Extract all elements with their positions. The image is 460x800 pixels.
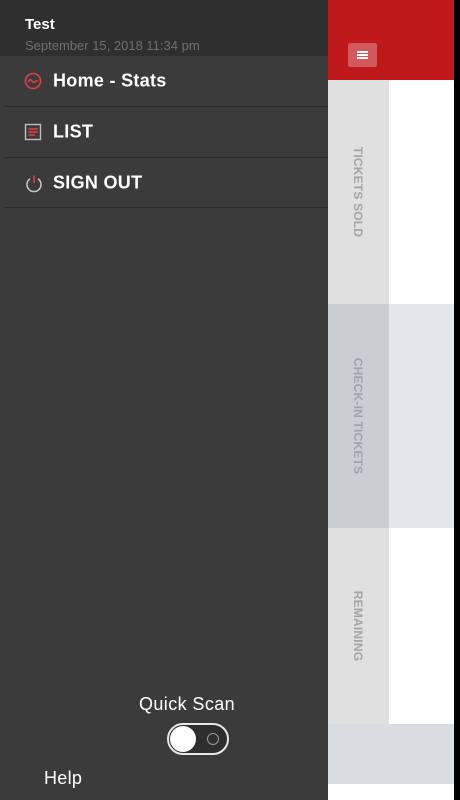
quick-scan-label: Quick Scan xyxy=(139,694,236,714)
power-icon xyxy=(24,174,42,192)
toggle-off-icon xyxy=(207,733,219,745)
toggle-knob xyxy=(170,726,196,752)
hamburger-icon xyxy=(357,57,368,59)
remaining-value xyxy=(389,528,460,724)
menu-item-home-stats[interactable]: Home - Stats xyxy=(5,56,328,107)
menu-item-label: SIGN OUT xyxy=(53,172,143,192)
menu-item-sign-out[interactable]: SIGN OUT xyxy=(5,158,328,208)
session-datetime: September 15, 2018 11:34 pm xyxy=(25,38,200,53)
hamburger-menu-button[interactable] xyxy=(348,43,377,67)
footer-panel xyxy=(328,724,454,784)
hamburger-icon xyxy=(357,51,368,53)
tickets-sold-panel: TICKETS SOLD xyxy=(328,80,460,304)
stats-circle-icon xyxy=(24,72,42,90)
checkin-tickets-panel: CHECK-IN TICKETS xyxy=(328,304,460,528)
hamburger-icon xyxy=(357,54,368,56)
remaining-label: REMAINING xyxy=(351,590,365,662)
drawer-header: Test September 15, 2018 11:34 pm xyxy=(0,0,328,56)
menu-item-list[interactable]: LIST xyxy=(5,107,328,158)
list-icon xyxy=(24,123,42,141)
tickets-sold-value xyxy=(389,80,460,304)
quick-scan-toggle[interactable] xyxy=(167,723,229,755)
menu-item-label: Home - Stats xyxy=(53,70,167,91)
checkin-tickets-value xyxy=(389,304,460,528)
checkin-tickets-label: CHECK-IN TICKETS xyxy=(351,357,365,475)
remaining-panel: REMAINING xyxy=(328,528,460,724)
navigation-drawer: Test September 15, 2018 11:34 pm Home - … xyxy=(0,0,328,800)
help-link[interactable]: Help xyxy=(44,768,82,789)
drawer-menu: Home - Stats LIST SIGN OUT xyxy=(5,56,328,208)
menu-item-label: LIST xyxy=(53,121,94,142)
user-name: Test xyxy=(25,16,55,33)
tickets-sold-label: TICKETS SOLD xyxy=(351,146,365,238)
